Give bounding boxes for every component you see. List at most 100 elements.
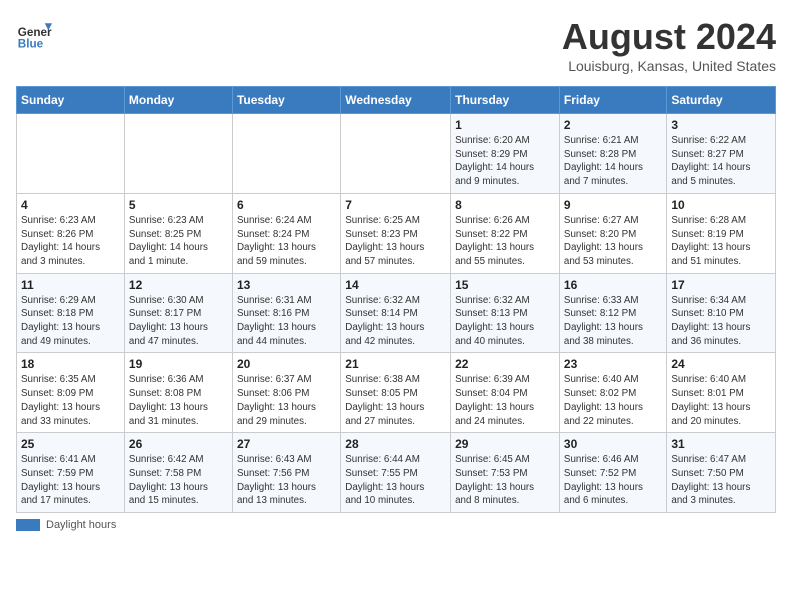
day-number: 27 (237, 437, 336, 451)
calendar-cell: 5Sunrise: 6:23 AM Sunset: 8:25 PM Daylig… (124, 193, 232, 273)
calendar-table: SundayMondayTuesdayWednesdayThursdayFrid… (16, 86, 776, 513)
calendar-cell: 6 Sunrise: 6:24 AM Sunset: 8:24 PM Daylig… (232, 193, 340, 273)
day-number: 30 (564, 437, 662, 451)
calendar-dow-monday: Monday (124, 87, 232, 114)
day-number: 9 (564, 198, 662, 212)
day-number: 22 (455, 357, 555, 371)
day-info: Sunrise: 6:23 AM Sunset: 8:26 PM Dayligh… (21, 214, 120, 269)
calendar-cell: 8 Sunrise: 6:26 AM Sunset: 8:22 PM Daylig… (451, 193, 560, 273)
day-info: Sunrise: 6:42 AM Sunset: 7:58 PM Dayligh… (129, 453, 228, 508)
day-info: Sunrise: 6:32 AM Sunset: 8:14 PM Dayligh… (345, 294, 446, 349)
day-number: 23 (564, 357, 662, 371)
day-number: 1 (455, 118, 555, 132)
calendar-cell: 13Sunrise: 6:31 AM Sunset: 8:16 PM Dayli… (232, 273, 340, 353)
calendar-week-2: 4 Sunrise: 6:23 AM Sunset: 8:26 PM Daylig… (17, 193, 776, 273)
calendar-dow-saturday: Saturday (667, 87, 776, 114)
day-number: 2 (564, 118, 662, 132)
legend-label: Daylight hours (46, 519, 116, 531)
day-number: 26 (129, 437, 228, 451)
day-number: 16 (564, 278, 662, 292)
calendar-cell: 25 Sunrise: 6:41 AM Sunset: 7:59 PM Dayli… (17, 433, 125, 513)
calendar-dow-thursday: Thursday (451, 87, 560, 114)
calendar-week-3: 11 Sunrise: 6:29 AM Sunset: 8:18 PM Dayli… (17, 273, 776, 353)
calendar-cell: 21 Sunrise: 6:38 AM Sunset: 8:05 PM Dayli… (341, 353, 451, 433)
title-block: August 2024 Louisburg, Kansas, United St… (562, 16, 776, 74)
day-info: Sunrise: 6:25 AM Sunset: 8:23 PM Dayligh… (345, 214, 446, 269)
calendar-header-row: SundayMondayTuesdayWednesdayThursdayFrid… (17, 87, 776, 114)
day-info: Sunrise: 6:47 AM Sunset: 7:50 PM Dayligh… (671, 453, 771, 508)
calendar-cell: 7 Sunrise: 6:25 AM Sunset: 8:23 PM Daylig… (341, 193, 451, 273)
calendar-cell: 22 Sunrise: 6:39 AM Sunset: 8:04 PM Dayli… (451, 353, 560, 433)
calendar-cell: 15 Sunrise: 6:32 AM Sunset: 8:13 PM Dayli… (451, 273, 560, 353)
logo-icon: General Blue (16, 16, 52, 52)
day-info: Sunrise: 6:20 AM Sunset: 8:29 PM Dayligh… (455, 134, 555, 189)
calendar-cell: 17 Sunrise: 6:34 AM Sunset: 8:10 PM Dayli… (667, 273, 776, 353)
day-info: Sunrise: 6:34 AM Sunset: 8:10 PM Dayligh… (671, 294, 771, 349)
day-number: 8 (455, 198, 555, 212)
calendar-week-1: 1 Sunrise: 6:20 AM Sunset: 8:29 PM Daylig… (17, 114, 776, 194)
calendar-cell: 10Sunrise: 6:28 AM Sunset: 8:19 PM Dayli… (667, 193, 776, 273)
calendar-cell: 24Sunrise: 6:40 AM Sunset: 8:01 PM Dayli… (667, 353, 776, 433)
calendar-cell: 1 Sunrise: 6:20 AM Sunset: 8:29 PM Daylig… (451, 114, 560, 194)
day-info: Sunrise: 6:26 AM Sunset: 8:22 PM Dayligh… (455, 214, 555, 269)
day-number: 5 (129, 198, 228, 212)
calendar-cell: 11 Sunrise: 6:29 AM Sunset: 8:18 PM Dayli… (17, 273, 125, 353)
day-info: Sunrise: 6:38 AM Sunset: 8:05 PM Dayligh… (345, 373, 446, 428)
day-number: 19 (129, 357, 228, 371)
calendar-cell: 16 Sunrise: 6:33 AM Sunset: 8:12 PM Dayli… (559, 273, 666, 353)
day-number: 6 (237, 198, 336, 212)
day-info: Sunrise: 6:27 AM Sunset: 8:20 PM Dayligh… (564, 214, 662, 269)
day-info: Sunrise: 6:29 AM Sunset: 8:18 PM Dayligh… (21, 294, 120, 349)
day-number: 15 (455, 278, 555, 292)
calendar-cell: 31 Sunrise: 6:47 AM Sunset: 7:50 PM Dayli… (667, 433, 776, 513)
day-number: 29 (455, 437, 555, 451)
day-number: 13 (237, 278, 336, 292)
day-number: 14 (345, 278, 446, 292)
day-info: Sunrise: 6:33 AM Sunset: 8:12 PM Dayligh… (564, 294, 662, 349)
calendar-cell: 23 Sunrise: 6:40 AM Sunset: 8:02 PM Dayli… (559, 353, 666, 433)
day-info: Sunrise: 6:45 AM Sunset: 7:53 PM Dayligh… (455, 453, 555, 508)
calendar-cell: 26 Sunrise: 6:42 AM Sunset: 7:58 PM Dayli… (124, 433, 232, 513)
day-info: Sunrise: 6:32 AM Sunset: 8:13 PM Dayligh… (455, 294, 555, 349)
day-info: Sunrise: 6:24 AM Sunset: 8:24 PM Dayligh… (237, 214, 336, 269)
day-info: Sunrise: 6:36 AM Sunset: 8:08 PM Dayligh… (129, 373, 228, 428)
day-number: 7 (345, 198, 446, 212)
calendar-cell: 29 Sunrise: 6:45 AM Sunset: 7:53 PM Dayli… (451, 433, 560, 513)
day-number: 31 (671, 437, 771, 451)
day-info: Sunrise: 6:39 AM Sunset: 8:04 PM Dayligh… (455, 373, 555, 428)
calendar-dow-wednesday: Wednesday (341, 87, 451, 114)
calendar-cell: 4 Sunrise: 6:23 AM Sunset: 8:26 PM Daylig… (17, 193, 125, 273)
calendar-dow-friday: Friday (559, 87, 666, 114)
day-number: 3 (671, 118, 771, 132)
calendar-cell: 19 Sunrise: 6:36 AM Sunset: 8:08 PM Dayli… (124, 353, 232, 433)
day-info: Sunrise: 6:35 AM Sunset: 8:09 PM Dayligh… (21, 373, 120, 428)
svg-text:Blue: Blue (18, 38, 44, 51)
day-number: 4 (21, 198, 120, 212)
calendar-cell: 30Sunrise: 6:46 AM Sunset: 7:52 PM Dayli… (559, 433, 666, 513)
calendar-dow-tuesday: Tuesday (232, 87, 340, 114)
day-number: 11 (21, 278, 120, 292)
calendar-cell: 12Sunrise: 6:30 AM Sunset: 8:17 PM Dayli… (124, 273, 232, 353)
calendar-dow-sunday: Sunday (17, 87, 125, 114)
day-info: Sunrise: 6:40 AM Sunset: 8:02 PM Dayligh… (564, 373, 662, 428)
day-info: Sunrise: 6:41 AM Sunset: 7:59 PM Dayligh… (21, 453, 120, 508)
legend-color-box (16, 519, 40, 531)
calendar-cell: 28Sunrise: 6:44 AM Sunset: 7:55 PM Dayli… (341, 433, 451, 513)
day-number: 20 (237, 357, 336, 371)
logo: General Blue (16, 16, 52, 52)
day-number: 25 (21, 437, 120, 451)
day-number: 21 (345, 357, 446, 371)
day-number: 17 (671, 278, 771, 292)
day-number: 28 (345, 437, 446, 451)
day-info: Sunrise: 6:43 AM Sunset: 7:56 PM Dayligh… (237, 453, 336, 508)
day-info: Sunrise: 6:30 AM Sunset: 8:17 PM Dayligh… (129, 294, 228, 349)
day-number: 18 (21, 357, 120, 371)
day-number: 10 (671, 198, 771, 212)
calendar-cell: 3Sunrise: 6:22 AM Sunset: 8:27 PM Daylig… (667, 114, 776, 194)
calendar-cell (341, 114, 451, 194)
calendar-cell: 2 Sunrise: 6:21 AM Sunset: 8:28 PM Daylig… (559, 114, 666, 194)
calendar-week-4: 18 Sunrise: 6:35 AM Sunset: 8:09 PM Dayli… (17, 353, 776, 433)
calendar-cell (232, 114, 340, 194)
calendar-cell (17, 114, 125, 194)
day-info: Sunrise: 6:21 AM Sunset: 8:28 PM Dayligh… (564, 134, 662, 189)
